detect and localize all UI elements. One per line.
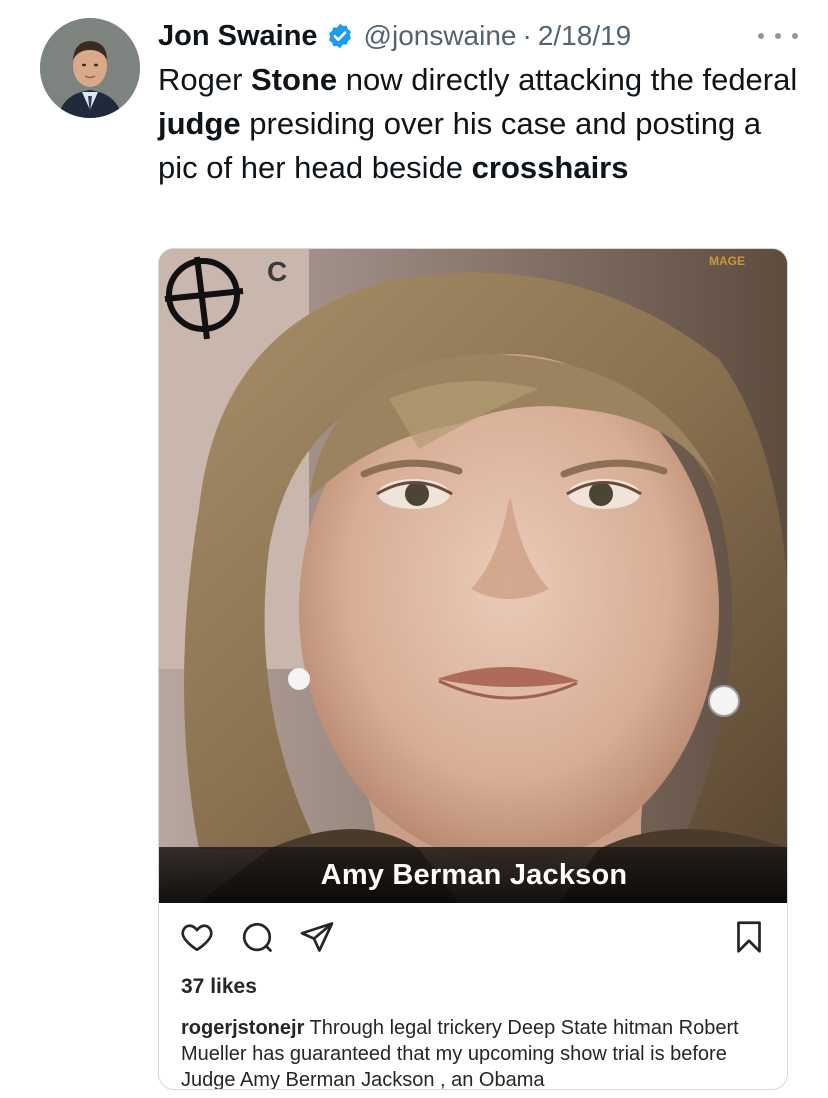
tweet-text-bold-segment: judge [158, 106, 241, 141]
post-date[interactable]: 2/18/19 [538, 20, 631, 52]
tweet-text-segment: Roger [158, 62, 252, 97]
author-name[interactable]: Jon Swaine [158, 20, 318, 53]
tweet-text-segment: presiding over his case and posting a pi… [158, 106, 762, 185]
tweet-text: Roger Stone now directly attacking the f… [158, 58, 798, 190]
tweet-text-bold-segment: Stone [251, 62, 338, 97]
author-handle[interactable]: @jonswaine [364, 20, 517, 52]
tweet-text-bold-segment: crosshairs [471, 150, 629, 185]
likes-count[interactable]: 37 likes [181, 975, 257, 999]
tweet-header: Jon Swaine @jonswaine · 2/18/19 [158, 14, 798, 58]
tweet-text-segment: now directly attacking the federal [337, 62, 798, 97]
verified-badge-icon [326, 22, 354, 50]
photo-caption: Amy Berman Jackson [320, 858, 628, 891]
sign-letters: C [267, 256, 287, 287]
heart-icon[interactable] [179, 919, 215, 955]
photo-caption-bar: Amy Berman Jackson [159, 847, 787, 903]
caption-username[interactable]: rogerjstonejr [181, 1017, 304, 1039]
avatar-image [40, 18, 140, 118]
author-avatar[interactable] [40, 18, 140, 118]
corner-watermark: MAGE [709, 254, 745, 268]
instagram-caption: rogerjstonejr Through legal trickery Dee… [181, 1015, 771, 1089]
comment-icon[interactable] [239, 919, 275, 955]
more-options-icon[interactable] [758, 24, 798, 48]
meta-separator: · [522, 20, 532, 51]
embedded-instagram-screenshot[interactable]: C MAGE Amy Berman Jackson 37 likes roger… [158, 248, 788, 1090]
judge-photo: C MAGE Amy Berman Jackson [159, 249, 787, 903]
share-icon[interactable] [299, 919, 335, 955]
bookmark-icon[interactable] [731, 919, 767, 955]
instagram-action-bar [159, 911, 787, 961]
